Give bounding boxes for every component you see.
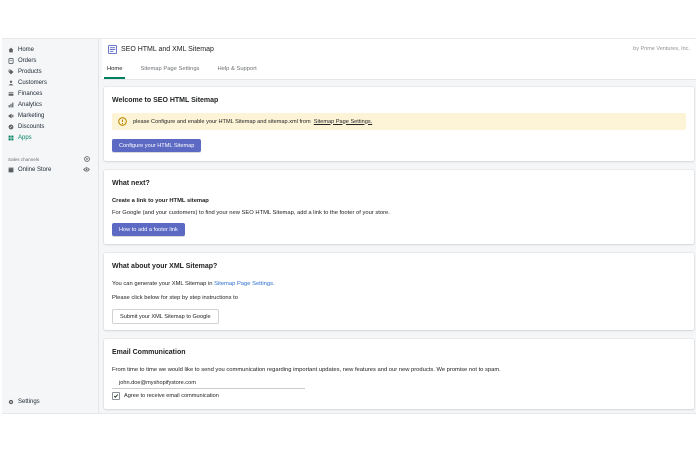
sidebar-item-label: Customers xyxy=(18,80,48,86)
app-header: SEO HTML and XML Sitemap by Prime Ventur… xyxy=(102,39,696,60)
configure-banner: please Configure and enable your HTML Si… xyxy=(112,113,686,130)
xml-instruction: Please click below for step by step inst… xyxy=(112,295,238,301)
xml-sitemap-card: What about your XML Sitemap? You can gen… xyxy=(104,253,694,330)
sidebar-item-label: Apps xyxy=(18,135,32,141)
email-consent-checkbox[interactable]: Agree to receive email communication xyxy=(112,392,219,400)
tab-help-support[interactable]: Help & Support xyxy=(212,59,261,79)
sidebar-item-marketing[interactable]: Marketing xyxy=(8,111,44,121)
create-link-subheading: Create a link to your HTML sitemap xyxy=(112,198,209,204)
xml-heading: What about your XML Sitemap? xyxy=(112,263,218,270)
xml-settings-link[interactable]: Sitemap Page Settings. xyxy=(214,281,275,287)
sidebar-item-label: Orders xyxy=(18,58,37,64)
eye-icon[interactable] xyxy=(83,166,90,173)
finances-icon xyxy=(8,92,14,96)
sidebar-item-label: Products xyxy=(18,69,42,75)
email-text: From time to time we would like to send … xyxy=(112,367,501,373)
sidebar-item-apps[interactable]: Apps xyxy=(8,133,32,143)
app-title-text: SEO HTML and XML Sitemap xyxy=(121,45,214,53)
tab-sitemap-page-settings[interactable]: Sitemap Page Settings xyxy=(135,59,204,79)
sidebar-item-customers[interactable]: Customers xyxy=(8,78,47,88)
marketing-icon xyxy=(8,113,14,119)
email-input[interactable]: john.doe@myshopifystore.com xyxy=(112,377,305,389)
what-next-card: What next? Create a link to your HTML si… xyxy=(104,170,694,244)
admin-frame: Home Orders Products Customers Finances … xyxy=(2,38,696,414)
checkbox-box[interactable] xyxy=(112,392,120,400)
sales-channels-label: Sales channels xyxy=(8,156,40,162)
warning-icon xyxy=(118,117,127,126)
add-channel-icon[interactable] xyxy=(84,156,90,162)
store-icon xyxy=(8,167,14,172)
submit-sitemap-google-button[interactable]: Submit your XML Sitemap to Google xyxy=(112,309,219,324)
sidebar-item-analytics[interactable]: Analytics xyxy=(8,100,42,110)
email-card: Email Communication From time to time we… xyxy=(104,339,694,409)
checkmark-icon xyxy=(113,394,119,398)
settings-label: Settings xyxy=(18,399,40,405)
tag-icon xyxy=(8,69,14,75)
checkbox-label: Agree to receive email communication xyxy=(124,393,219,399)
sidebar: Home Orders Products Customers Finances … xyxy=(2,39,99,413)
sidebar-item-label: Finances xyxy=(18,91,43,97)
sitemap-app-icon xyxy=(108,44,117,54)
sidebar-item-discounts[interactable]: Discounts xyxy=(8,122,44,132)
sidebar-item-label: Discounts xyxy=(18,124,45,130)
sidebar-item-finances[interactable]: Finances xyxy=(8,89,42,99)
welcome-heading: Welcome to SEO HTML Sitemap xyxy=(112,97,219,104)
gear-icon xyxy=(8,399,14,405)
sidebar-item-online-store[interactable]: Online Store xyxy=(8,166,90,173)
orders-icon xyxy=(8,58,14,64)
analytics-icon xyxy=(8,102,14,108)
sidebar-item-orders[interactable]: Orders xyxy=(8,56,36,66)
sitemap-settings-link[interactable]: Sitemap Page Settings. xyxy=(314,119,372,125)
xml-text: You can generate your XML Sitemap in Sit… xyxy=(112,281,275,287)
sidebar-item-settings[interactable]: Settings xyxy=(8,399,40,405)
what-next-text: For Google (and your customers) to find … xyxy=(112,210,390,216)
sales-channels-header: Sales channels xyxy=(8,156,90,162)
welcome-card: Welcome to SEO HTML Sitemap please Confi… xyxy=(104,87,694,161)
home-icon xyxy=(8,47,14,53)
developer-credit: by Prime Ventures, Inc. xyxy=(633,46,690,52)
discount-icon xyxy=(8,124,14,130)
what-next-heading: What next? xyxy=(112,180,150,187)
apps-icon xyxy=(8,135,14,141)
main-content: SEO HTML and XML Sitemap by Prime Ventur… xyxy=(102,39,696,413)
online-store-label: Online Store xyxy=(18,166,52,173)
banner-text: please Configure and enable your HTML Si… xyxy=(133,118,311,125)
sidebar-item-label: Analytics xyxy=(18,102,43,108)
sidebar-item-products[interactable]: Products xyxy=(8,67,42,77)
configure-sitemap-button[interactable]: Configure your HTML Sitemap xyxy=(112,139,202,152)
email-heading: Email Communication xyxy=(112,349,186,356)
person-icon xyxy=(8,80,14,86)
sidebar-item-home[interactable]: Home xyxy=(8,45,34,55)
sidebar-item-label: Marketing xyxy=(18,113,45,119)
xml-text-pre: You can generate your XML Sitemap in xyxy=(112,281,213,287)
tab-bar: Home Sitemap Page Settings Help & Suppor… xyxy=(102,59,696,80)
add-footer-link-button[interactable]: How to add a footer link xyxy=(112,223,185,236)
tab-home[interactable]: Home xyxy=(102,59,127,79)
app-title: SEO HTML and XML Sitemap xyxy=(108,44,214,54)
sidebar-item-label: Home xyxy=(18,47,35,53)
